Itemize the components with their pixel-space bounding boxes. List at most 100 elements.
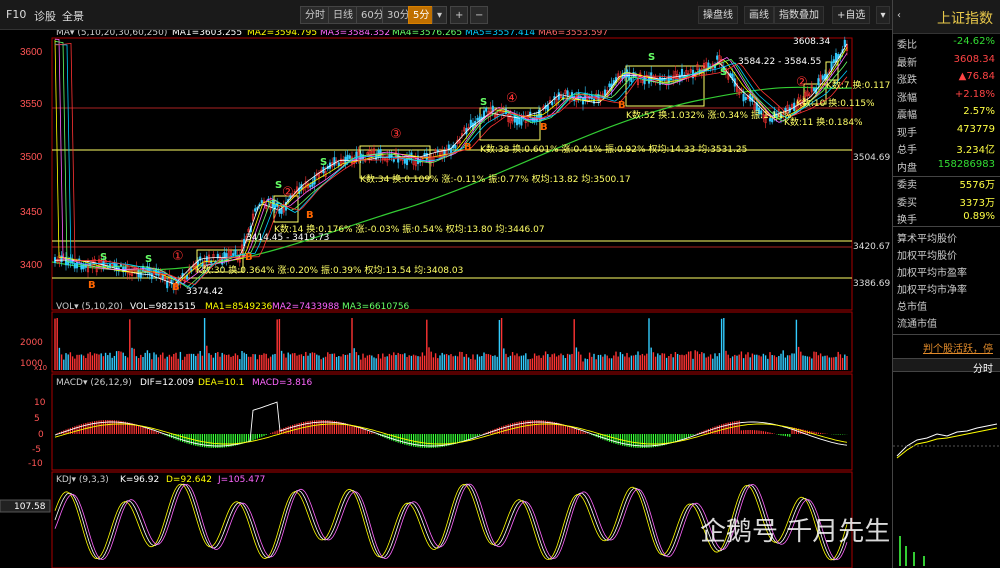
macd-bar bbox=[679, 434, 681, 441]
link-total-mcap[interactable]: 总市值 bbox=[897, 298, 927, 313]
volume-bar bbox=[408, 355, 410, 370]
volume-bar bbox=[415, 355, 417, 370]
macd-bar bbox=[369, 431, 371, 434]
diagnose-button[interactable]: 诊股 bbox=[34, 8, 56, 24]
volume-bar bbox=[399, 354, 402, 370]
candle-body bbox=[566, 90, 569, 96]
volume-bar bbox=[58, 347, 61, 370]
volume-bar bbox=[577, 351, 580, 370]
period-button-fenshi[interactable]: 分时 bbox=[300, 6, 330, 24]
macd-bar bbox=[573, 428, 575, 434]
volume-bar bbox=[382, 353, 384, 370]
ma3-value: MA3=3584.352 bbox=[320, 30, 390, 38]
vol-indicator-label[interactable]: VOL▾ (5,10,20) bbox=[56, 302, 123, 312]
volume-bar bbox=[597, 354, 600, 370]
macd-bar bbox=[780, 434, 782, 436]
kdj-indicator-label[interactable]: KDJ▾ (9,3,3) bbox=[56, 475, 109, 485]
volume-bar bbox=[478, 356, 481, 370]
volume-bar bbox=[828, 357, 831, 370]
volume-bar bbox=[82, 355, 85, 370]
volume-bar bbox=[140, 354, 142, 370]
volume-bar bbox=[452, 356, 454, 370]
link-avg-price[interactable]: 算术平均股价 bbox=[897, 230, 957, 245]
volume-bar bbox=[522, 355, 525, 370]
volume-bar bbox=[511, 352, 514, 370]
level-label-3386: 3386.69 bbox=[853, 279, 890, 289]
macd-bar bbox=[575, 428, 577, 434]
macd-bar bbox=[507, 424, 509, 434]
collapse-icon[interactable]: ‹ bbox=[897, 10, 901, 21]
link-float-mcap[interactable]: 流通市值 bbox=[897, 315, 937, 330]
period-button-daily[interactable]: 日线 bbox=[328, 6, 358, 24]
volume-bar bbox=[113, 355, 116, 370]
panel-dropdown-icon[interactable]: ▾ bbox=[876, 6, 890, 24]
volume-bar bbox=[659, 355, 661, 370]
candle-body bbox=[271, 200, 274, 208]
volume-bar bbox=[835, 356, 837, 370]
kline-chart[interactable]: MA▾ (5,10,20,30,60,250) MA1=3603.255 MA2… bbox=[0, 30, 892, 568]
panorama-button[interactable]: 全景 bbox=[62, 8, 84, 24]
ma-indicator-label[interactable]: MA▾ (5,10,20,30,60,250) bbox=[56, 30, 167, 38]
volume-bar bbox=[661, 353, 663, 370]
volume-bar bbox=[604, 354, 606, 370]
volume-bar bbox=[564, 358, 567, 370]
link-weighted-pe[interactable]: 加权平均市盈率 bbox=[897, 264, 967, 279]
volume-bar bbox=[764, 355, 767, 370]
volume-bar bbox=[802, 355, 804, 370]
vol-value: VOL=9821515 bbox=[130, 302, 196, 312]
volume-bar bbox=[525, 353, 527, 370]
sell-signal-icon: S bbox=[145, 254, 152, 265]
period-button-5min[interactable]: 5分 bbox=[408, 6, 435, 24]
macd-bar bbox=[140, 425, 142, 434]
macd-bar bbox=[399, 434, 401, 444]
volume-bar bbox=[800, 351, 802, 370]
volume-bar bbox=[430, 351, 432, 370]
volume-bar bbox=[720, 318, 723, 370]
link-weighted-price[interactable]: 加权平均股价 bbox=[897, 247, 957, 262]
volume-bar bbox=[826, 355, 828, 370]
candle-body bbox=[742, 93, 745, 102]
volume-bar bbox=[155, 354, 157, 370]
period-dropdown-icon[interactable]: ▾ bbox=[432, 6, 448, 24]
volume-bar bbox=[476, 354, 479, 370]
candle-body bbox=[469, 119, 472, 128]
volume-bar bbox=[778, 355, 780, 370]
candle-body bbox=[254, 208, 257, 212]
volume-bar bbox=[775, 357, 778, 370]
volume-bar bbox=[786, 355, 789, 370]
volume-bar bbox=[426, 319, 428, 370]
volume-bar bbox=[120, 351, 122, 370]
volume-bar bbox=[729, 358, 732, 370]
quote-row: 震幅 2.57% bbox=[897, 106, 999, 123]
volume-bar bbox=[404, 353, 406, 370]
f10-button[interactable]: F10 bbox=[6, 8, 26, 21]
zoom-in-button[interactable]: + bbox=[450, 6, 468, 24]
macd-bar bbox=[454, 434, 456, 444]
volume-bar bbox=[586, 359, 589, 370]
volume-bar bbox=[384, 356, 386, 370]
macd-bar bbox=[468, 434, 470, 440]
macd-indicator-label[interactable]: MACD▾ (26,12,9) bbox=[56, 378, 132, 388]
link-weighted-pb[interactable]: 加权平均市净率 bbox=[897, 281, 967, 296]
volume-bar bbox=[190, 353, 193, 370]
quote-row: 涨跌 ▲76.84 bbox=[897, 71, 999, 88]
zoom-out-button[interactable]: − bbox=[470, 6, 488, 24]
volume-bar bbox=[687, 351, 690, 370]
index-overlay-button[interactable]: 指数叠加 bbox=[774, 6, 824, 24]
quote-row-label: 最新 bbox=[897, 57, 917, 69]
volume-bar bbox=[133, 348, 135, 370]
volume-bar bbox=[505, 353, 507, 370]
tab-fenshi[interactable]: 分时 bbox=[973, 360, 993, 375]
vol-y-tick-2000: 2000 bbox=[20, 338, 43, 348]
quote-row-label: 内盘 bbox=[897, 162, 917, 174]
volume-bar bbox=[296, 355, 298, 370]
news-ticker[interactable]: 判个股活跃，停 bbox=[923, 340, 993, 355]
add-watchlist-button[interactable]: +自选 bbox=[832, 6, 871, 24]
macd-bar bbox=[815, 432, 817, 434]
volume-bar bbox=[131, 347, 133, 370]
draw-line-button[interactable]: 画线 bbox=[744, 6, 774, 24]
trade-line-button[interactable]: 操盘线 bbox=[698, 6, 738, 24]
macd-bar bbox=[78, 424, 80, 434]
volume-bar bbox=[267, 358, 270, 370]
buy-signal-icon: B bbox=[172, 282, 180, 293]
